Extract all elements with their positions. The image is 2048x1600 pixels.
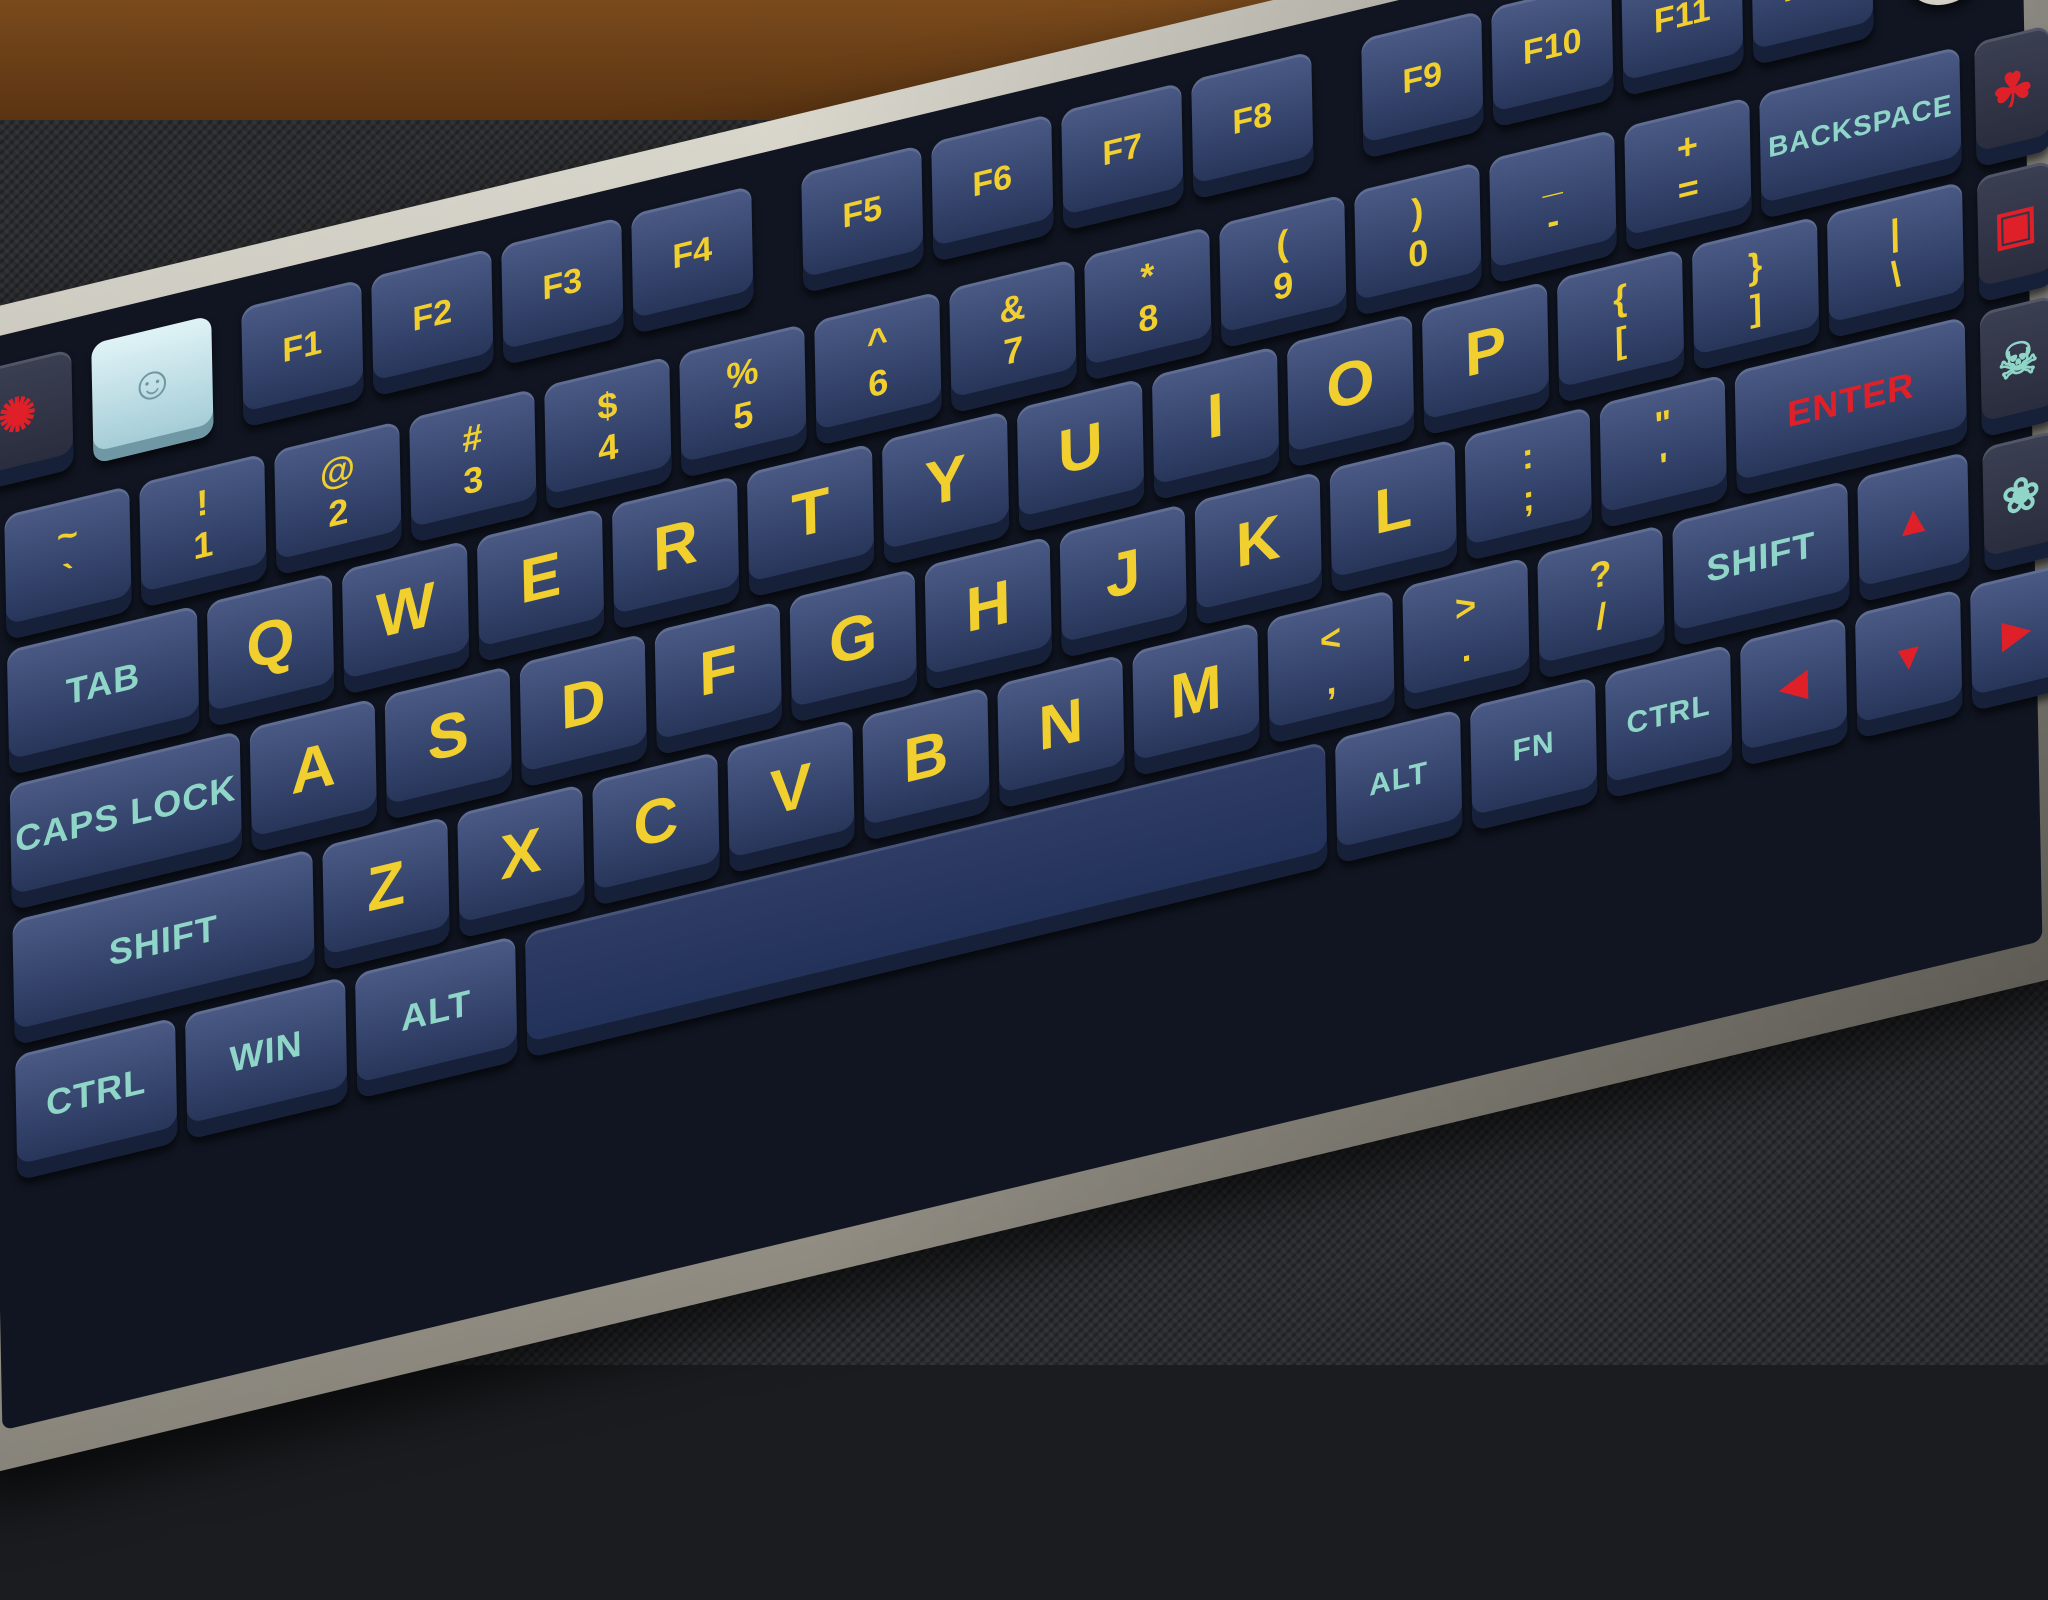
skull-icon: ☠ — [1997, 328, 2040, 391]
key-9-top: ( — [1275, 221, 1289, 265]
key-8-bottom: 8 — [1137, 294, 1159, 341]
key-2-top: @ — [319, 445, 356, 495]
key-8-top: * — [1139, 253, 1155, 298]
key-quote-top: " — [1653, 400, 1672, 446]
key-period-top: > — [1454, 582, 1477, 630]
key-7-top: & — [998, 284, 1026, 332]
key-backslash-bottom: \ — [1890, 251, 1902, 296]
key-backslash-top: | — [1889, 209, 1901, 254]
side-key-1[interactable]: ☘ — [1974, 24, 2048, 168]
key-open-bracket-top: { — [1612, 275, 1628, 320]
key-9-bottom: 9 — [1272, 262, 1294, 308]
key-3-top: # — [461, 414, 483, 461]
key-5-top: % — [725, 348, 759, 397]
key-minus-bottom: - — [1546, 198, 1560, 243]
key-open-bracket-bottom: [ — [1614, 317, 1628, 362]
key-minus-top: _ — [1541, 155, 1563, 202]
square-icon: ▣ — [1993, 193, 2038, 256]
astronaut-icon: ☺ — [128, 350, 177, 415]
key-quote-bottom: ' — [1658, 443, 1669, 487]
key-0-top: ) — [1410, 188, 1424, 233]
key-1-bottom: 1 — [192, 521, 214, 568]
key-semicolon-bottom: ; — [1522, 475, 1536, 520]
key-equals-bottom: = — [1677, 164, 1700, 211]
key-7-bottom: 7 — [1002, 326, 1024, 373]
key-5-bottom: 5 — [732, 391, 754, 438]
key-period-bottom: . — [1460, 626, 1472, 670]
key-6-bottom: 6 — [867, 359, 889, 406]
creature-icon: ✺ — [0, 384, 38, 446]
key-arrow-left[interactable]: ◀ — [1740, 616, 1848, 767]
key-3-bottom: 3 — [462, 456, 484, 503]
key-arrow-down[interactable]: ▼ — [1855, 588, 1963, 739]
key-close-bracket-bottom: ] — [1749, 285, 1763, 330]
key-2-bottom: 2 — [327, 488, 349, 535]
key-close-bracket-top: } — [1747, 243, 1763, 288]
key-tilde-bottom: ` — [61, 554, 75, 599]
key-slash-top: ? — [1589, 550, 1612, 597]
key-equals-top: + — [1676, 122, 1699, 169]
key-arrow-right[interactable]: ▶ — [1970, 564, 2048, 712]
key-6-top: ^ — [866, 317, 889, 364]
octopus-icon: ❀ — [2001, 463, 2041, 525]
side-key-3[interactable]: ☠ — [1979, 294, 2048, 438]
key-1-top: ! — [195, 480, 209, 525]
key-comma-top: < — [1319, 615, 1342, 662]
key-tilde-top: ~ — [56, 511, 79, 558]
side-key-4[interactable]: ❀ — [1982, 429, 2048, 573]
key-arrow-up[interactable]: ▲ — [1857, 451, 1970, 603]
key-comma-bottom: , — [1325, 658, 1337, 703]
key-4-top: $ — [596, 382, 618, 428]
key-0-bottom: 0 — [1407, 229, 1429, 276]
key-slash-bottom: / — [1595, 593, 1607, 638]
trefoil-icon: ☘ — [1991, 58, 2034, 121]
side-key-2[interactable]: ▣ — [1976, 159, 2048, 303]
key-4-bottom: 4 — [597, 424, 619, 470]
key-semicolon-top: : — [1521, 433, 1535, 478]
